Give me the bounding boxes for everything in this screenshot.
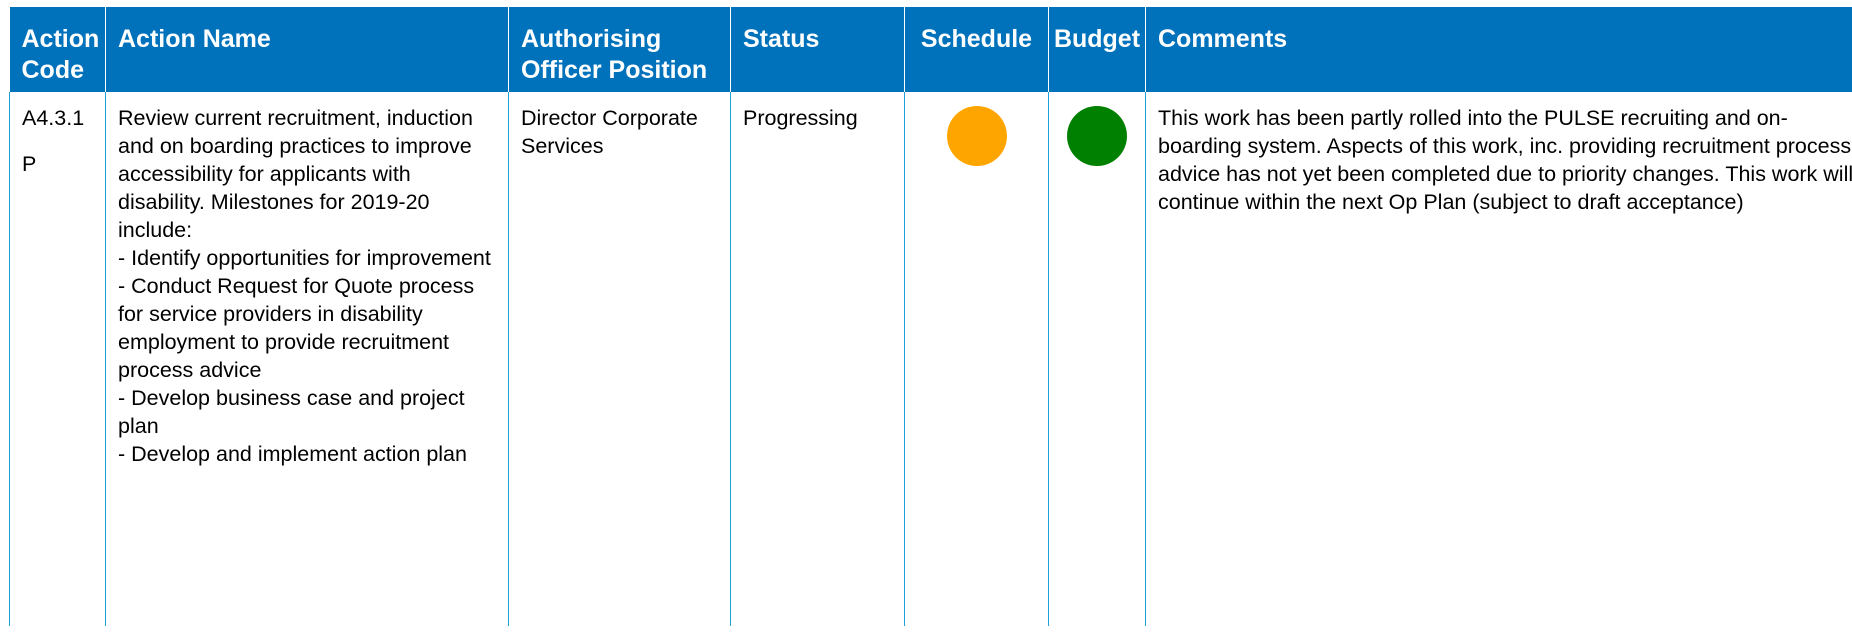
comments-cell: This work has been partly rolled into th… bbox=[1145, 92, 1852, 626]
status-cell: Progressing bbox=[730, 92, 905, 626]
schedule-status-indicator bbox=[946, 106, 1007, 166]
header-action-code: Action Code bbox=[9, 7, 106, 92]
header-budget: Budget bbox=[1048, 7, 1146, 92]
header-row: Action Code Action Name Authorising Offi… bbox=[9, 7, 1852, 92]
action-code: A4.3.1 bbox=[22, 106, 85, 130]
action-plan-table: Action Code Action Name Authorising Offi… bbox=[9, 7, 1852, 626]
budget-cell bbox=[1048, 92, 1146, 626]
action-code-suffix: P bbox=[22, 152, 37, 176]
authorising-officer-cell: Director Corporate Services bbox=[508, 92, 731, 626]
budget-status-indicator bbox=[1067, 106, 1127, 166]
header-comments: Comments bbox=[1145, 7, 1852, 92]
table-row: A4.3.1 P Review current recruitment, ind… bbox=[9, 92, 1852, 626]
header-action-name: Action Name bbox=[105, 7, 509, 92]
header-authorising-officer: Authorising Officer Position bbox=[508, 7, 731, 92]
action-code-cell: A4.3.1 P bbox=[9, 92, 106, 626]
schedule-cell bbox=[904, 92, 1049, 626]
header-schedule: Schedule bbox=[904, 7, 1049, 92]
header-status: Status bbox=[730, 7, 905, 92]
action-name-cell: Review current recruitment, induction an… bbox=[105, 92, 509, 626]
